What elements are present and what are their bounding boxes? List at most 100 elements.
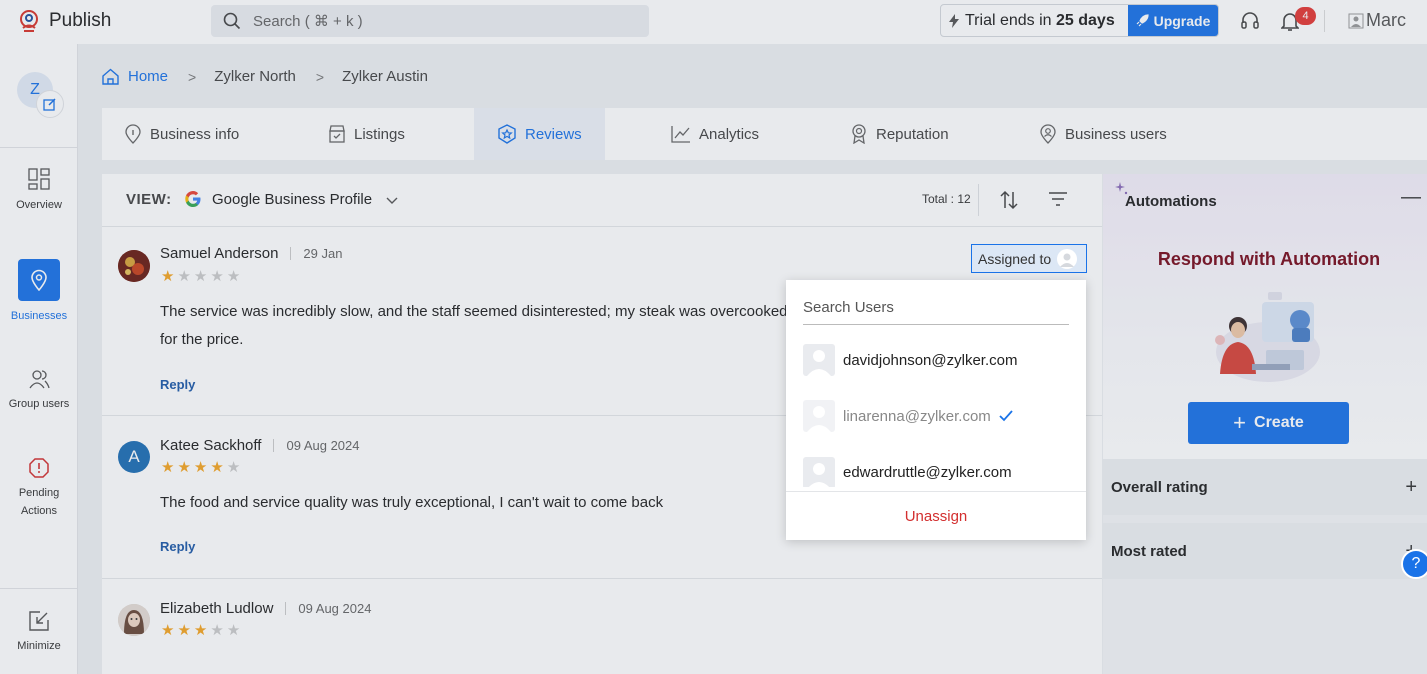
- star-empty-icon: ★: [210, 268, 224, 285]
- reply-link[interactable]: Reply: [160, 539, 195, 554]
- upgrade-label: Upgrade: [1153, 12, 1211, 29]
- app-logo[interactable]: Publish: [18, 9, 111, 33]
- rail-label-businesses: Businesses: [10, 310, 68, 322]
- user-option[interactable]: edwardruttle@zylker.com: [803, 457, 1012, 487]
- star-rating: ★ ★ ★ ★ ★: [161, 623, 240, 638]
- tab-analytics[interactable]: Analytics: [671, 108, 759, 160]
- star-empty-icon: ★: [226, 459, 241, 476]
- left-rail: Z Overview Businesses Group users Pendin…: [0, 44, 78, 674]
- checkmark-icon: [999, 410, 1013, 422]
- star-filled-icon: ★: [177, 459, 191, 476]
- user-avatar-icon: [1348, 13, 1364, 28]
- rocket-icon: [1136, 14, 1149, 27]
- review-text: The service was incredibly slow, and the…: [160, 298, 788, 354]
- star-empty-icon: ★: [226, 622, 241, 639]
- review-date: 29 Jan: [290, 247, 342, 260]
- reviewer-avatar: [118, 250, 150, 282]
- rail-label-group-users: Group users: [8, 398, 70, 410]
- assign-user-dropdown: Search Users davidjohnson@zylker.com lin…: [786, 280, 1086, 540]
- chevron-right-icon: >: [315, 68, 325, 85]
- filter-icon[interactable]: [1048, 191, 1068, 207]
- reviewer-avatar: A: [118, 441, 150, 473]
- automations-title: Automations: [1125, 193, 1217, 210]
- user-email: davidjohnson@zylker.com: [843, 351, 1018, 369]
- rail-divider: [0, 147, 78, 148]
- breadcrumb-home-label: Home: [128, 68, 169, 85]
- breadcrumb-item[interactable]: Zylker Austin: [342, 68, 428, 85]
- chevron-right-icon: >: [188, 68, 197, 85]
- edit-avatar-button[interactable]: [36, 90, 64, 118]
- create-automation-button[interactable]: + Create: [1188, 402, 1349, 444]
- expand-icon[interactable]: +: [1405, 476, 1417, 499]
- star-empty-icon: ★: [177, 268, 191, 285]
- user-option[interactable]: davidjohnson@zylker.com: [803, 344, 1017, 376]
- sort-icon[interactable]: [1000, 190, 1018, 210]
- rail-divider: [0, 588, 78, 589]
- tab-label: Reviews: [525, 125, 582, 143]
- reviewer-name-text: Katee Sackhoff: [160, 437, 262, 454]
- app-name: Publish: [49, 10, 112, 31]
- rail-item-pending-actions[interactable]: Pending Actions: [0, 458, 78, 520]
- breadcrumb-item[interactable]: Zylker North: [214, 68, 296, 85]
- star-filled-icon: ★: [177, 622, 191, 639]
- review-date: 09 Aug 2024: [273, 439, 360, 452]
- search-icon: [223, 12, 241, 30]
- tab-label: Listings: [354, 125, 405, 143]
- star-empty-icon: ★: [193, 268, 208, 285]
- trial-banner: Trial ends in 25 days Upgrade: [940, 4, 1219, 37]
- reviewer-name-text: Elizabeth Ludlow: [160, 600, 274, 617]
- assigned-to-button[interactable]: Assigned to: [971, 244, 1087, 273]
- plus-icon: +: [1233, 410, 1247, 435]
- alert-octagon-icon: [29, 458, 49, 478]
- overall-rating-label: Overall rating: [1111, 478, 1208, 496]
- rail-item-minimize[interactable]: Minimize: [0, 611, 78, 655]
- reviewer-name: Elizabeth Ludlow 09 Aug 2024: [160, 600, 371, 617]
- overall-rating-section[interactable]: Overall rating +: [1103, 459, 1427, 515]
- user-menu[interactable]: Marc: [1348, 10, 1406, 31]
- assigned-to-label: Assigned to: [978, 250, 1052, 267]
- view-selector[interactable]: Google Business Profile: [184, 190, 398, 208]
- tab-reviews[interactable]: Reviews: [474, 108, 605, 160]
- most-rated-section[interactable]: Most rated +: [1103, 523, 1427, 579]
- review-item: Elizabeth Ludlow 09 Aug 2024 ★ ★ ★ ★ ★: [102, 580, 1102, 674]
- trial-text: Trial ends in 25 days: [941, 12, 1128, 30]
- star-filled-icon: ★: [161, 622, 175, 639]
- rail-item-overview[interactable]: Overview: [0, 168, 78, 214]
- line-chart-icon: [671, 126, 690, 143]
- chevron-down-icon: [386, 197, 398, 204]
- breadcrumb-home[interactable]: Home: [102, 68, 168, 85]
- user-placeholder-icon: [803, 400, 835, 432]
- reviewer-name: Samuel Anderson 29 Jan: [160, 245, 342, 262]
- award-icon: [852, 124, 866, 144]
- review-text-line: The service was incredibly slow, and the…: [160, 303, 788, 320]
- reviews-header: VIEW: Google Business Profile Total : 12: [102, 174, 1102, 227]
- automations-card: Automations — Respond with Automation + …: [1103, 174, 1427, 459]
- upgrade-button[interactable]: Upgrade: [1128, 5, 1218, 36]
- headset-icon[interactable]: [1240, 10, 1260, 32]
- rail-item-businesses[interactable]: Businesses: [0, 259, 78, 325]
- info-pin-icon: [125, 124, 141, 144]
- star-filled-icon: ★: [193, 459, 208, 476]
- star-empty-icon: ★: [210, 622, 224, 639]
- tab-reputation[interactable]: Reputation: [850, 108, 949, 160]
- collapse-icon[interactable]: —: [1401, 186, 1421, 209]
- tab-label: Analytics: [699, 125, 760, 143]
- rail-item-group-users[interactable]: Group users: [0, 369, 78, 413]
- tab-label: Business users: [1065, 125, 1167, 143]
- user-option-selected[interactable]: linarenna@zylker.com: [803, 400, 1013, 432]
- view-value: Google Business Profile: [212, 190, 373, 208]
- tab-business-info[interactable]: Business info: [124, 108, 239, 160]
- publish-logo-icon: [20, 10, 38, 32]
- dashboard-icon: [28, 168, 50, 190]
- rail-label-pending-actions: Pending Actions: [18, 487, 60, 517]
- unassign-button[interactable]: Unassign: [786, 491, 1086, 540]
- reviewer-name: Katee Sackhoff 09 Aug 2024: [160, 437, 360, 454]
- reply-link[interactable]: Reply: [160, 377, 195, 392]
- user-search-input[interactable]: Search Users: [803, 299, 1069, 325]
- search-placeholder: Search ( ⌘ + k ): [253, 13, 363, 30]
- tab-label: Reputation: [876, 125, 949, 143]
- tab-business-users[interactable]: Business users: [1039, 108, 1167, 160]
- tab-listings[interactable]: Listings: [328, 108, 405, 160]
- help-icon[interactable]: ?: [1401, 549, 1427, 579]
- global-search[interactable]: Search ( ⌘ + k ): [211, 5, 649, 37]
